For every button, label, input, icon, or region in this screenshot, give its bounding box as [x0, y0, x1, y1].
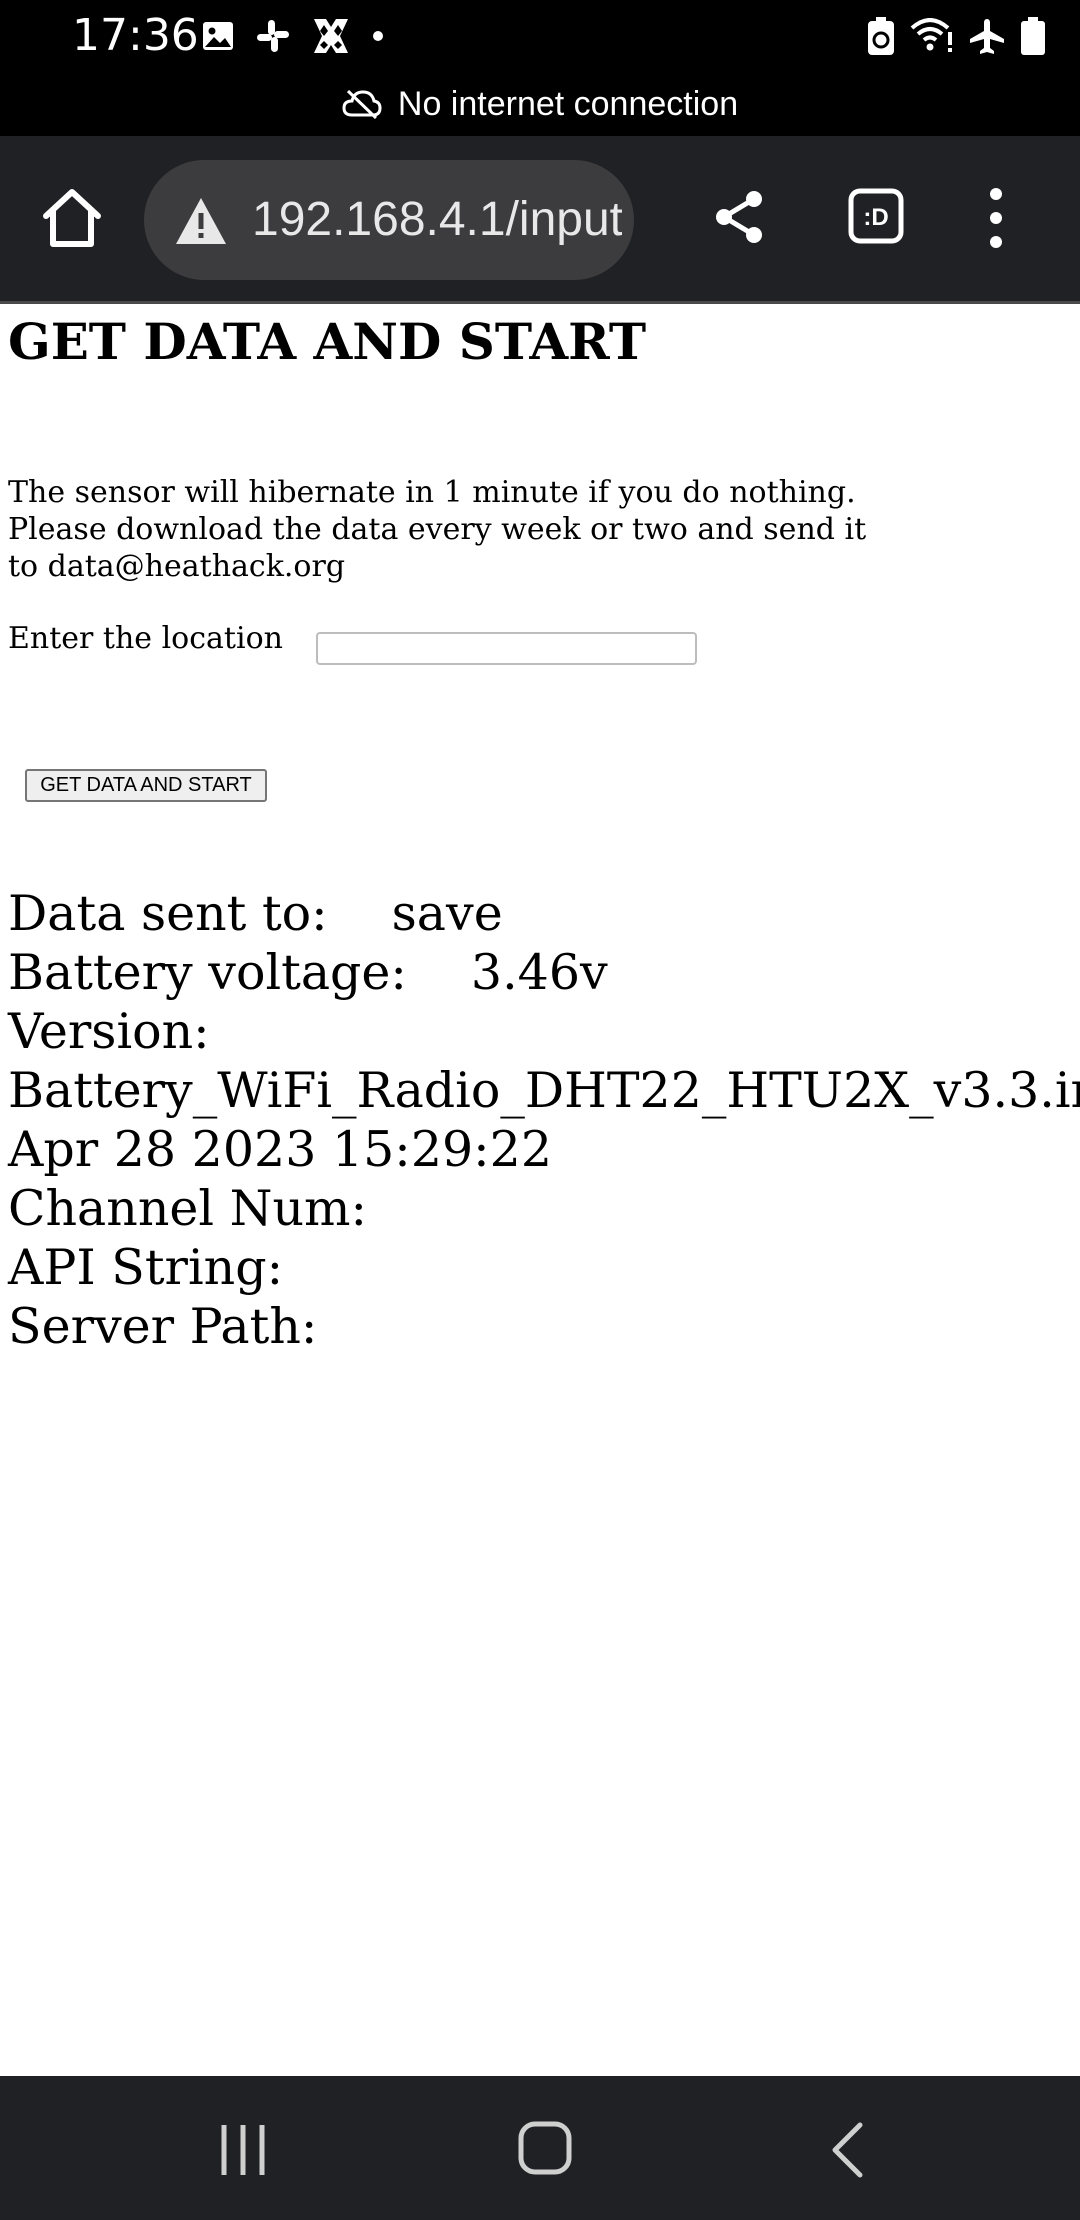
share-icon[interactable]: [712, 188, 766, 246]
location-input[interactable]: [316, 632, 697, 665]
wifi-icon: [910, 18, 952, 52]
version-file: Battery_WiFi_Radio_DHT22_HTU2X_v3.3.ino: [8, 1062, 1080, 1119]
status-time: 17:36: [72, 10, 199, 61]
connection-status-text: No internet connection: [397, 84, 739, 123]
navigation-bar: [0, 2076, 1080, 2220]
server-path-label: Server Path:: [8, 1298, 318, 1355]
data-sent-value: save: [391, 885, 503, 942]
more-icon[interactable]: [982, 182, 1010, 254]
intro-line: to data@heathack.org: [8, 549, 346, 584]
warning-icon[interactable]: [174, 196, 228, 246]
dot-icon: [373, 31, 383, 41]
cloud-off-icon: [342, 89, 382, 119]
page-title: GET DATA AND START: [8, 312, 647, 371]
battery-label: Battery voltage:: [8, 944, 407, 1001]
slack-icon: [257, 20, 289, 52]
notification-icons: [200, 14, 386, 58]
channel-label: Channel Num:: [8, 1180, 368, 1237]
version-date: Apr 28 2023 15:29:22: [8, 1121, 553, 1178]
location-label: Enter the location: [8, 621, 283, 656]
version-label: Version:: [8, 1003, 210, 1060]
back-icon[interactable]: [830, 2122, 864, 2178]
tabs-count-text[interactable]: :D: [863, 204, 888, 231]
tabs-icon[interactable]: :D: [848, 188, 904, 244]
address-bar[interactable]: 192.168.4.1/input: [144, 160, 634, 280]
data-sent-label: Data sent to:: [8, 885, 328, 942]
data-sent-row: Data sent to: save: [8, 884, 1080, 943]
battery-row: Battery voltage: 3.46v: [8, 943, 1080, 1002]
battery-icon: [1021, 17, 1045, 55]
image-icon: [203, 22, 233, 50]
intro-line: Please download the data every week or t…: [8, 512, 867, 547]
app-icon: [314, 19, 348, 53]
recent-apps-icon[interactable]: [219, 2122, 267, 2178]
battery-saver-icon: [868, 17, 894, 55]
home-button-icon[interactable]: [518, 2120, 572, 2176]
api-string-label: API String:: [8, 1239, 284, 1296]
web-page: GET DATA AND START The sensor will hiber…: [0, 306, 1080, 2076]
airplane-icon: [970, 19, 1004, 54]
browser-toolbar: 192.168.4.1/input :D: [0, 136, 1080, 304]
home-icon[interactable]: [38, 184, 106, 252]
battery-value: 3.46v: [470, 944, 608, 1001]
url-text[interactable]: 192.168.4.1/input: [252, 192, 622, 248]
intro-text: The sensor will hibernate in 1 minute if…: [8, 474, 866, 585]
system-icons: [866, 14, 1046, 58]
device-info: Data sent to: save Battery voltage: 3.46v …: [8, 884, 1080, 1356]
get-data-and-start-button[interactable]: GET DATA AND START: [25, 769, 267, 802]
status-bar: 17:36: [0, 0, 1080, 72]
connection-banner: No internet connection: [0, 72, 1080, 136]
intro-line: The sensor will hibernate in 1 minute if…: [8, 475, 856, 510]
